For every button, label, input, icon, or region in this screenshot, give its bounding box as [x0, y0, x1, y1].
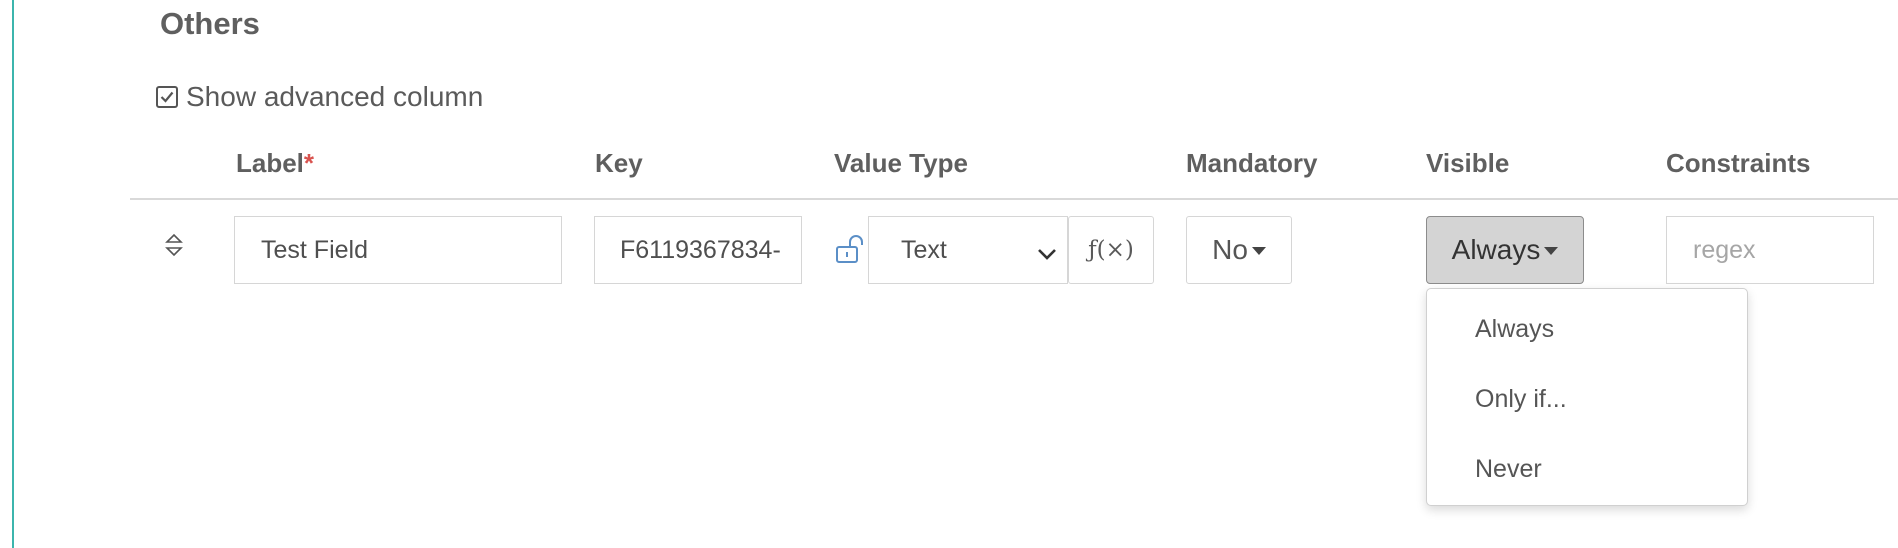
- value-type-text: Text: [901, 235, 947, 264]
- visible-value: Always: [1451, 234, 1541, 265]
- label-input[interactable]: Test Field: [234, 216, 562, 284]
- value-type-select[interactable]: Text: [868, 216, 1068, 284]
- column-header-label: Label*: [236, 148, 314, 179]
- dropdown-option-only-if[interactable]: Only if...: [1475, 385, 1567, 414]
- header-divider: [130, 198, 1898, 200]
- column-header-key: Key: [595, 148, 643, 178]
- column-header-visible: Visible: [1426, 148, 1510, 178]
- left-accent-bar: [12, 0, 14, 548]
- mandatory-dropdown[interactable]: No: [1186, 216, 1292, 284]
- caret-down-icon: [1251, 247, 1266, 255]
- column-header-mandatory: Mandatory: [1186, 148, 1318, 178]
- column-header-constraints: Constraints: [1666, 148, 1811, 178]
- unlock-icon[interactable]: [834, 232, 868, 266]
- constraints-input[interactable]: regex: [1666, 216, 1874, 284]
- visible-dropdown-menu: Always Only if... Never: [1426, 288, 1748, 506]
- show-advanced-label: Show advanced column: [186, 81, 484, 112]
- mandatory-value: No: [1212, 234, 1248, 265]
- label-header-text: Label: [236, 148, 304, 178]
- show-advanced-toggle[interactable]: Show advanced column: [156, 80, 483, 114]
- key-input[interactable]: F6119367834-: [594, 216, 802, 284]
- visible-dropdown-button[interactable]: Always: [1426, 216, 1584, 284]
- section-title: Others: [160, 6, 260, 41]
- checkbox-checked-icon[interactable]: [156, 86, 178, 108]
- caret-down-icon: [1544, 247, 1559, 255]
- dropdown-option-always[interactable]: Always: [1475, 315, 1554, 344]
- dropdown-option-never[interactable]: Never: [1475, 455, 1542, 484]
- sort-handle-icon[interactable]: [160, 230, 188, 260]
- chevron-down-icon: [1037, 239, 1057, 268]
- required-mark: *: [303, 148, 315, 178]
- column-header-value-type: Value Type: [834, 148, 968, 178]
- formula-button[interactable]: ƒ(×): [1068, 216, 1154, 284]
- column-header-row: Label* Key Value Type Mandatory Visible …: [0, 148, 1898, 182]
